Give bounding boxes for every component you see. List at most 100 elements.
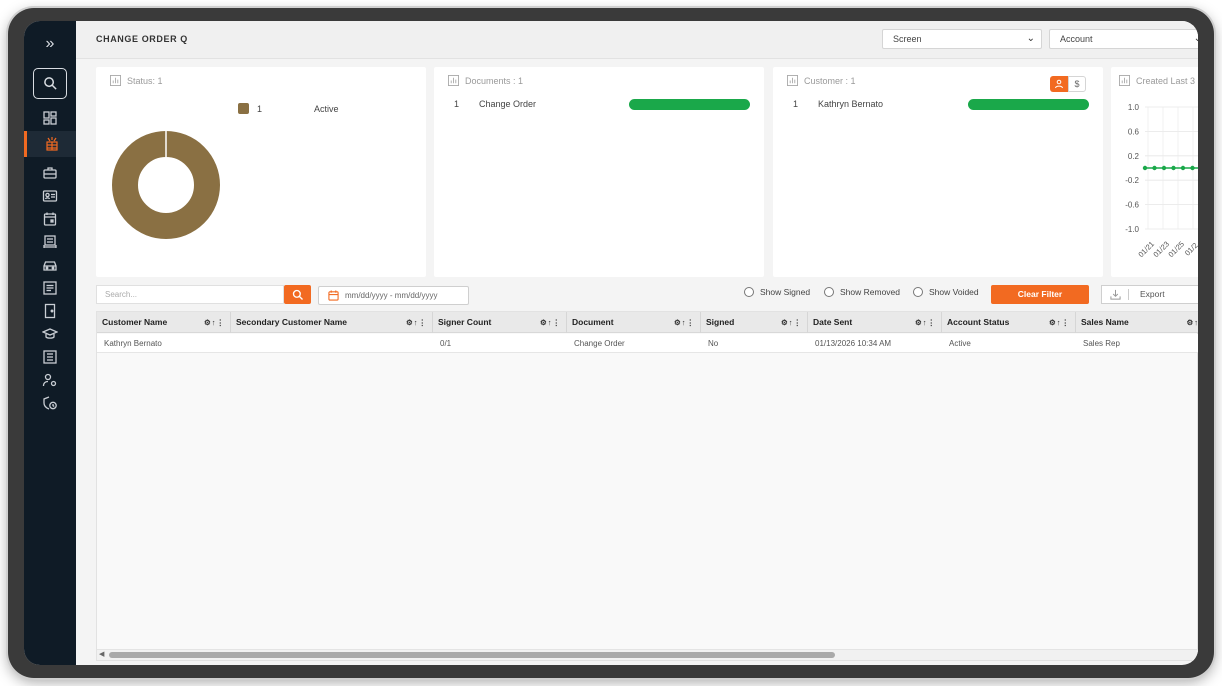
security-clock-icon — [43, 396, 57, 410]
sidebar-item-security[interactable] — [24, 392, 76, 414]
show-removed-radio[interactable]: Show Removed — [824, 287, 900, 297]
expand-sidebar-icon[interactable]: » — [24, 31, 76, 57]
data-point[interactable] — [1161, 165, 1167, 171]
bar-chart-icon — [1119, 75, 1130, 86]
search-button[interactable] — [284, 285, 311, 304]
column-controls-icon[interactable]: ⚙↑⋮ — [406, 312, 427, 333]
cell-account-status: Active — [949, 339, 971, 348]
show-removed-label: Show Removed — [840, 287, 901, 297]
sidebar-item-dashboard[interactable] — [24, 107, 76, 129]
screen-select[interactable]: Screen ⌄ — [882, 29, 1042, 49]
sidebar-item-exit[interactable] — [24, 300, 76, 322]
cell-document: Change Order — [574, 339, 625, 348]
show-voided-radio[interactable]: Show Voided — [913, 287, 979, 297]
export-button[interactable]: Export — [1101, 285, 1198, 304]
clear-filter-button[interactable]: Clear Filter — [991, 285, 1089, 304]
cell-date-sent: 01/13/2026 10:34 AM — [815, 339, 892, 348]
status-card-title-text: Status: 1 — [127, 75, 163, 86]
status-card: Status: 1 1 Active — [96, 67, 426, 277]
column-controls-icon[interactable]: ⚙↑⋮ — [674, 312, 695, 333]
customer-dollar-toggle[interactable]: $ — [1068, 76, 1086, 92]
y-tick-label: -0.6 — [1125, 201, 1139, 210]
date-range-input[interactable]: mm/dd/yyyy - mm/dd/yyyy — [318, 286, 469, 305]
document-bar-row[interactable]: 1 Change Order — [448, 99, 750, 113]
scrollbar-thumb[interactable] — [109, 652, 835, 658]
y-tick-label: -0.2 — [1125, 176, 1139, 185]
account-select[interactable]: Account ⌄ — [1049, 29, 1198, 49]
data-point[interactable] — [1142, 165, 1148, 171]
customer-bar — [968, 99, 1089, 110]
y-tick-label: -1.0 — [1125, 225, 1139, 234]
horizontal-scrollbar[interactable]: ◀ — [97, 649, 1198, 660]
column-controls-icon[interactable]: ⚙↑ — [1187, 312, 1198, 333]
col-header-label: Customer Name — [102, 317, 168, 327]
sidebar-item-user-settings[interactable] — [24, 369, 76, 391]
col-date-sent[interactable]: Date Sent ⚙↑⋮ — [808, 312, 942, 333]
scroll-left-icon[interactable]: ◀ — [99, 650, 104, 660]
top-bar: CHANGE ORDER Q Screen ⌄ Account ⌄ — [76, 21, 1198, 59]
status-card-title: Status: 1 — [110, 75, 163, 86]
search-input[interactable]: Search... — [96, 285, 284, 304]
sidebar-item-reports[interactable] — [24, 346, 76, 368]
column-controls-icon[interactable]: ⚙↑⋮ — [781, 312, 802, 333]
device-frame: » CHANGE ORDER Q Screen ⌄ Account ⌄ Stat… — [8, 8, 1214, 678]
col-signer-count[interactable]: Signer Count ⚙↑⋮ — [433, 312, 567, 333]
date-range-placeholder: mm/dd/yyyy - mm/dd/yyyy — [345, 291, 438, 300]
x-tick-label: 01/25 — [1166, 239, 1186, 259]
user-settings-icon — [42, 373, 57, 387]
col-document[interactable]: Document ⚙↑⋮ — [567, 312, 701, 333]
y-tick-label: 1.0 — [1128, 103, 1140, 112]
radio-circle — [913, 287, 923, 297]
x-tick-label: 01/2 — [1183, 241, 1198, 258]
sidebar-item-documents[interactable] — [24, 231, 76, 253]
table-header: Customer Name ⚙↑⋮ Secondary Customer Name… — [97, 312, 1198, 333]
document-stack-icon — [43, 235, 57, 248]
sidebar-search-button[interactable] — [33, 68, 67, 99]
col-customer-name[interactable]: Customer Name ⚙↑⋮ — [97, 312, 231, 333]
sidebar-item-training[interactable] — [24, 323, 76, 345]
col-account-status[interactable]: Account Status ⚙↑⋮ — [942, 312, 1076, 333]
download-icon — [1110, 289, 1121, 300]
col-header-label: Account Status — [947, 317, 1010, 327]
col-secondary-customer-name[interactable]: Secondary Customer Name ⚙↑⋮ — [231, 312, 433, 333]
x-tick-label: 01/21 — [1136, 239, 1156, 259]
data-point[interactable] — [1152, 165, 1157, 171]
sidebar-item-vehicles[interactable] — [24, 254, 76, 276]
customer-count-toggle[interactable] — [1050, 76, 1068, 92]
data-point[interactable] — [1190, 165, 1195, 171]
data-point[interactable] — [1180, 165, 1186, 171]
car-icon — [43, 261, 57, 271]
door-icon — [44, 303, 56, 319]
sidebar-item-change-order[interactable] — [24, 131, 76, 157]
app-screen: » CHANGE ORDER Q Screen ⌄ Account ⌄ Stat… — [24, 21, 1198, 665]
x-tick-label: 01/23 — [1151, 239, 1171, 259]
column-controls-icon[interactable]: ⚙↑⋮ — [540, 312, 561, 333]
column-controls-icon[interactable]: ⚙↑⋮ — [204, 312, 225, 333]
row-index: 1 — [793, 99, 799, 109]
column-controls-icon[interactable]: ⚙↑⋮ — [1049, 312, 1070, 333]
sidebar-item-contacts[interactable] — [24, 185, 76, 207]
col-signed[interactable]: Signed ⚙↑⋮ — [701, 312, 808, 333]
col-header-label: Date Sent — [813, 317, 853, 327]
customer-card-title: Customer : 1 — [787, 75, 856, 86]
row-name: Change Order — [479, 99, 537, 109]
bar-chart-icon — [110, 75, 121, 86]
table-row[interactable]: Kathryn Bernato 0/1 Change Order No 01/1… — [97, 334, 1198, 353]
customer-bar-row[interactable]: 1 Kathryn Bernato — [787, 99, 1089, 113]
show-signed-radio[interactable]: Show Signed — [744, 287, 810, 297]
y-tick-label: 0.6 — [1128, 127, 1140, 136]
status-donut-chart — [112, 131, 220, 239]
dashboard-icon — [43, 111, 57, 125]
customer-card-title-text: Customer : 1 — [804, 75, 856, 86]
customer-card: Customer : 1 $ 1 Kathryn Bernato — [773, 67, 1103, 277]
sidebar-item-list[interactable] — [24, 277, 76, 299]
col-sales-name[interactable]: Sales Name ⚙↑ — [1076, 312, 1198, 333]
documents-card: Documents : 1 1 Change Order — [434, 67, 764, 277]
sidebar-item-briefcase[interactable] — [24, 162, 76, 184]
row-index: 1 — [454, 99, 460, 109]
column-controls-icon[interactable]: ⚙↑⋮ — [915, 312, 936, 333]
sidebar: » — [24, 21, 76, 665]
data-point[interactable] — [1171, 165, 1176, 171]
col-header-label: Sales Name — [1081, 317, 1129, 327]
sidebar-item-calendar[interactable] — [24, 208, 76, 230]
